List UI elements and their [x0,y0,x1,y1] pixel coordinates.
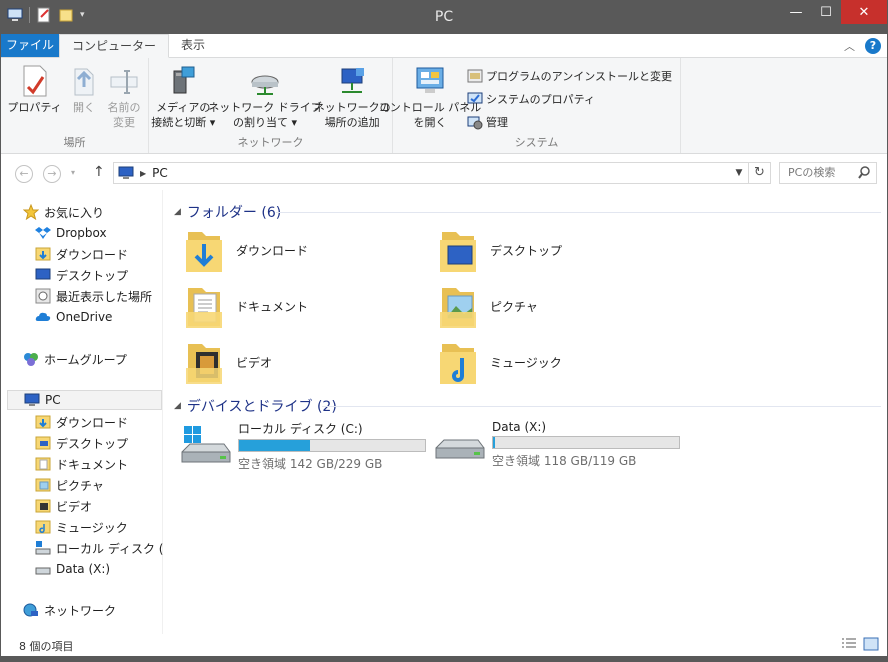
local-disk-icon [35,541,51,555]
pc-icon [118,166,134,179]
address-bar-row: ← → ▾ ↑ ▶ PC ▼ ↻ PCの検索 [1,156,887,190]
content-pane: ◢ フォルダー (6) ダウンロード デスクトップ ドキュメント ピクチャ ビデ… [164,190,887,634]
collapse-triangle-icon: ◢ [174,401,181,411]
title-bar: ▾ PC — ☐ ✕ [1,0,887,34]
videos-folder-icon [186,344,222,384]
nav-network[interactable]: ネットワーク [23,600,183,620]
system-properties-icon [467,92,483,103]
uninstall-icon [467,69,483,82]
recent-places-icon [35,288,51,304]
homegroup-icon [24,353,38,366]
network-icon [23,603,38,617]
drive-icon [35,567,51,575]
manage-button[interactable]: 管理 [467,112,672,131]
drive-data-x[interactable]: Data (X:) 空き領域 118 GB/119 GB [434,420,680,469]
address-dropdown-icon[interactable]: ▼ [730,168,748,178]
details-view-icon[interactable] [841,637,857,651]
refresh-icon[interactable]: ↻ [748,163,770,183]
folder-desktop[interactable]: デスクトップ [438,226,562,274]
system-group: コントロール パネル を開く プログラムのアンインストールと変更 システムのプロパ… [379,58,681,153]
desktop-folder-icon [35,436,51,450]
local-disk-icon [181,426,231,463]
nav-homegroup[interactable]: ホームグループ [23,349,183,369]
ribbon: プロパティ 開く 名前の 変更 場所 メディアの 接続と切断 ▾ ネットワーク ドラ… [1,58,887,154]
collapse-triangle-icon: ◢ [174,207,181,217]
breadcrumb-separator-icon: ▶ [140,168,147,178]
collapse-ribbon-icon[interactable]: ︿ [844,38,855,54]
downloads-folder-icon [35,247,51,261]
window-title: PC [434,9,454,25]
music-folder-icon [35,520,51,534]
music-folder-icon [440,344,476,384]
system-properties-button[interactable]: システムのプロパティ [467,89,672,108]
recent-locations-icon[interactable]: ▾ [71,168,75,177]
large-icons-view-icon[interactable] [863,637,879,651]
downloads-folder-icon [186,232,222,272]
properties-icon [23,65,46,97]
folder-music[interactable]: ミュージック [438,338,562,386]
tab-view[interactable]: 表示 [169,34,217,57]
disk-usage-fill [239,440,310,451]
network-group: メディアの 接続と切断 ▾ ネットワーク ドライブ の割り当て ▾ ネットワークの場… [149,58,393,153]
tab-file[interactable]: ファイル [1,34,59,57]
control-panel-icon [416,67,444,93]
pictures-folder-icon [440,288,476,328]
disk-usage-fill [493,437,495,448]
item-count: 8 個の項目 [19,640,74,653]
breadcrumb-pc[interactable]: PC [152,166,168,180]
disk-usage-bar [492,436,680,449]
address-input[interactable]: ▶ PC ▼ ↻ [113,162,771,184]
documents-folder-icon [186,288,222,328]
nav-pc[interactable]: PC [7,390,162,410]
tab-computer[interactable]: コンピューター [59,34,170,58]
disk-usage-bar [238,439,426,452]
location-group: プロパティ 開く 名前の 変更 場所 [1,58,149,153]
drive-local-disk-c[interactable]: ローカル ディスク (C:) 空き領域 142 GB/229 GB [180,420,426,472]
up-icon[interactable]: ↑ [93,164,105,180]
back-button[interactable]: ← [15,165,33,183]
minimize-button[interactable]: — [781,0,811,24]
window-controls: — ☐ ✕ [781,0,887,24]
uninstall-program-button[interactable]: プログラムのアンインストールと変更 [467,66,672,85]
folder-videos[interactable]: ビデオ [184,338,272,386]
folder-documents[interactable]: ドキュメント [184,282,308,330]
status-bar: 8 個の項目 [1,634,887,656]
search-icon [858,166,870,179]
downloads-folder-icon [35,415,51,429]
maximize-button[interactable]: ☐ [811,0,841,24]
pc-icon [24,393,40,406]
dropbox-icon [35,227,51,239]
pictures-folder-icon [35,478,51,492]
media-server-icon [173,66,195,94]
drive-icon [435,439,485,459]
forward-button[interactable]: → [43,165,61,183]
navigation-pane: お気に入り Dropbox ダウンロード デスクトップ 最近表示した場所 One… [1,190,181,634]
manage-icon [467,116,483,129]
videos-folder-icon [35,499,51,513]
ribbon-tabs: ファイル コンピューター 表示 ︿ ? [1,34,887,58]
star-icon [23,204,39,220]
desktop-icon [35,268,51,280]
rename-icon [110,70,138,94]
onedrive-icon [35,312,51,321]
explorer-window: ▾ PC — ☐ ✕ ファイル コンピューター 表示 ︿ ? プロパティ 開く [0,0,888,662]
folder-downloads[interactable]: ダウンロード [184,226,308,274]
folders-section-header[interactable]: ◢ フォルダー (6) [174,202,281,222]
search-input[interactable]: PCの検索 [779,162,877,184]
documents-folder-icon [35,457,51,471]
folder-pictures[interactable]: ピクチャ [438,282,538,330]
help-icon[interactable]: ? [865,37,881,54]
nav-favorites[interactable]: お気に入り [23,202,183,222]
network-location-icon [341,68,365,93]
close-button[interactable]: ✕ [841,0,887,24]
network-drive-icon [251,75,279,95]
drives-section-header[interactable]: ◢ デバイスとドライブ (2) [174,396,337,416]
open-icon [74,68,94,96]
desktop-folder-icon [440,232,476,272]
